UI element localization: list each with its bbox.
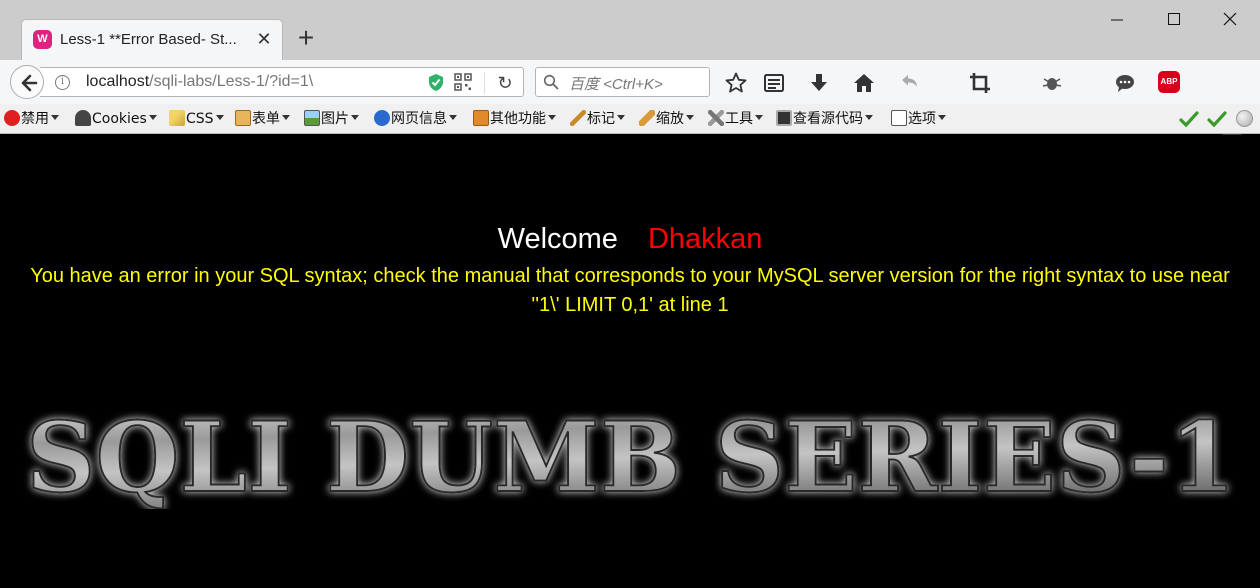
menu-label: 其他功能 xyxy=(490,111,546,127)
search-input[interactable]: 百度 <Ctrl+K> xyxy=(569,73,663,94)
menu-forms[interactable]: 表单 xyxy=(235,110,290,128)
maximize-icon[interactable] xyxy=(1154,8,1194,32)
bookmark-star-icon[interactable] xyxy=(724,71,748,95)
caret-down-icon xyxy=(548,115,556,120)
resize-icon xyxy=(639,110,655,126)
menu-view-source[interactable]: 查看源代码 xyxy=(776,110,873,128)
menu-disable[interactable]: 禁用 xyxy=(4,110,59,128)
caret-down-icon xyxy=(938,115,946,120)
menu-css[interactable]: CSS xyxy=(169,110,224,128)
new-tab-button[interactable]: + xyxy=(293,24,319,54)
sqli-dumb-series-banner: SQLI DUMB SERIES-1 xyxy=(25,403,1237,509)
menu-page-info[interactable]: 网页信息 xyxy=(374,110,457,128)
menu-outline[interactable]: 标记 xyxy=(570,110,625,128)
menu-label: 缩放 xyxy=(656,111,684,127)
menu-label: 选项 xyxy=(908,111,936,127)
tab-title: Less-1 **Error Based- St... xyxy=(60,31,237,48)
caret-down-icon xyxy=(351,115,359,120)
forms-icon xyxy=(235,110,251,126)
menu-label: CSS xyxy=(186,111,214,127)
back-button[interactable] xyxy=(10,65,44,99)
validation-check-icon[interactable] xyxy=(1179,111,1199,129)
back-arrow-icon xyxy=(21,74,38,92)
view-source-icon xyxy=(776,110,792,126)
css-icon xyxy=(169,110,185,126)
menu-label: 工具 xyxy=(725,111,753,127)
caret-down-icon xyxy=(215,115,224,120)
reload-icon[interactable]: ↻ xyxy=(495,73,515,93)
adblock-plus-icon[interactable]: ABP xyxy=(1158,71,1180,93)
minimize-icon[interactable] xyxy=(1097,8,1137,32)
info-icon xyxy=(374,110,390,126)
download-icon[interactable] xyxy=(807,71,831,95)
caret-down-icon xyxy=(449,115,457,120)
page-content: Welcome Dhakkan You have an error in your… xyxy=(0,135,1260,588)
menu-label: 图片 xyxy=(321,111,349,127)
hackbar-toolbar: 禁用 Cookies CSS 表单 图片 网页信息 其他功能 标记 缩放 工具 … xyxy=(0,104,1260,134)
tab-active[interactable]: W Less-1 **Error Based- St... ✕ xyxy=(21,19,283,60)
undo-icon xyxy=(902,75,917,87)
status-indicator-icon[interactable] xyxy=(1236,110,1253,127)
firebug-icon[interactable] xyxy=(1040,71,1064,95)
close-icon[interactable] xyxy=(1210,8,1250,32)
tools-icon xyxy=(708,110,724,126)
wamp-favicon-icon: W xyxy=(33,30,52,49)
caret-down-icon xyxy=(755,115,763,120)
title-bar: W Less-1 **Error Based- St... ✕ + xyxy=(0,0,1260,60)
menu-label: 网页信息 xyxy=(391,111,447,127)
outline-icon xyxy=(570,110,586,126)
home-icon[interactable] xyxy=(852,71,876,95)
chat-icon[interactable] xyxy=(1113,71,1137,95)
menu-images[interactable]: 图片 xyxy=(304,110,359,128)
caret-down-icon xyxy=(865,115,873,120)
reading-list-icon[interactable] xyxy=(762,71,786,95)
menu-label: Cookies xyxy=(92,111,147,127)
url-path: /sqli-labs/Less-1/?id=1\ xyxy=(149,73,314,90)
caret-down-icon xyxy=(148,115,157,120)
navigation-bar: i localhost/sqli-labs/Less-1/?id=1\ ↻ 百度… xyxy=(0,60,1260,147)
cookies-icon xyxy=(75,110,91,126)
site-info-icon[interactable]: i xyxy=(55,75,70,90)
shield-icon[interactable] xyxy=(427,73,445,92)
misc-icon xyxy=(473,110,489,126)
banner-text: SQLI DUMB SERIES-1 xyxy=(26,403,1236,509)
welcome-line: Welcome Dhakkan xyxy=(0,223,1260,256)
menu-label: 禁用 xyxy=(21,111,49,127)
caret-down-icon xyxy=(51,115,59,120)
caret-down-icon xyxy=(617,115,625,120)
menu-options[interactable]: 选项 xyxy=(891,110,946,128)
menu-cookies[interactable]: Cookies xyxy=(75,110,157,128)
url-bar[interactable]: i localhost/sqli-labs/Less-1/?id=1\ ↻ xyxy=(40,67,524,97)
caret-down-icon xyxy=(282,115,290,120)
menu-misc[interactable]: 其他功能 xyxy=(473,110,556,128)
sql-error-message: You have an error in your SQL syntax; ch… xyxy=(30,265,1230,316)
menu-resize[interactable]: 缩放 xyxy=(639,110,694,128)
menu-tools[interactable]: 工具 xyxy=(708,110,763,128)
menu-label: 标记 xyxy=(587,111,615,127)
images-icon xyxy=(304,110,320,126)
qr-code-icon[interactable] xyxy=(454,73,472,91)
url-host: localhost xyxy=(86,73,150,90)
css-check-icon[interactable] xyxy=(1207,111,1227,129)
url-input[interactable]: localhost/sqli-labs/Less-1/?id=1\ xyxy=(86,73,313,91)
search-bar[interactable]: 百度 <Ctrl+K> xyxy=(535,67,710,97)
welcome-text: Welcome xyxy=(497,223,618,255)
tab-close-icon[interactable]: ✕ xyxy=(254,29,274,49)
caret-down-icon xyxy=(686,115,694,120)
menu-label: 查看源代码 xyxy=(793,111,863,127)
options-icon xyxy=(891,110,907,126)
username-text: Dhakkan xyxy=(647,223,763,255)
disable-icon xyxy=(4,110,20,126)
menu-label: 表单 xyxy=(252,111,280,127)
crop-screenshot-icon[interactable] xyxy=(968,71,992,95)
search-icon xyxy=(543,74,559,90)
url-separator xyxy=(484,72,485,94)
